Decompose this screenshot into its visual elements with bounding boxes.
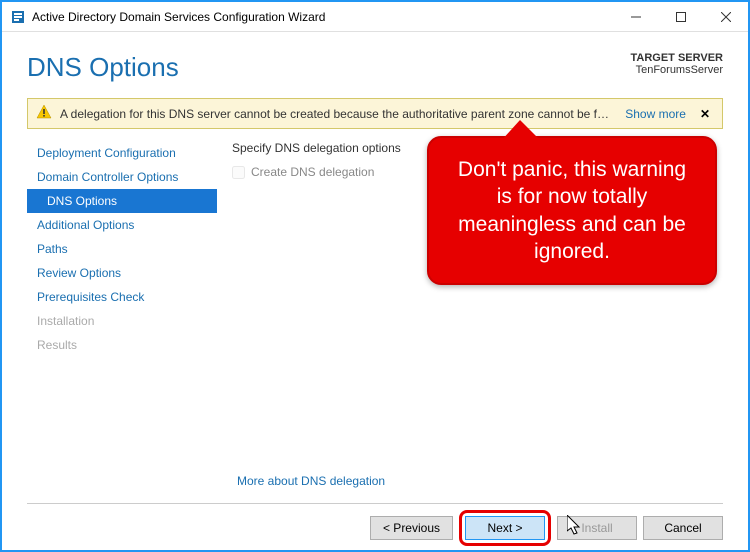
sidebar-item-results: Results [27, 333, 217, 357]
next-button[interactable]: Next > [465, 516, 545, 540]
sidebar-item-review-options[interactable]: Review Options [27, 261, 217, 285]
sidebar-item-additional-options[interactable]: Additional Options [27, 213, 217, 237]
target-server-name: TenForumsServer [631, 64, 724, 76]
next-button-highlight: Next > [459, 510, 551, 546]
sidebar-item-installation: Installation [27, 309, 217, 333]
main-panel: Specify DNS delegation options Create DN… [217, 141, 723, 474]
install-button: Install [557, 516, 637, 540]
warning-bar: A delegation for this DNS server cannot … [27, 98, 723, 129]
maximize-button[interactable] [658, 2, 703, 32]
sidebar-item-dc-options[interactable]: Domain Controller Options [27, 165, 217, 189]
window-title: Active Directory Domain Services Configu… [32, 10, 613, 24]
window-controls [613, 2, 748, 32]
warning-icon [36, 104, 52, 123]
callout-tail [500, 120, 550, 142]
target-server-label: TARGET SERVER [631, 52, 724, 64]
content-area: Deployment Configuration Domain Controll… [2, 129, 748, 474]
show-more-link[interactable]: Show more [625, 107, 686, 121]
create-delegation-checkbox [232, 166, 245, 179]
sidebar-item-paths[interactable]: Paths [27, 237, 217, 261]
sidebar: Deployment Configuration Domain Controll… [27, 141, 217, 474]
header: DNS Options TARGET SERVER TenForumsServe… [2, 32, 748, 98]
more-about-link[interactable]: More about DNS delegation [2, 474, 748, 498]
create-delegation-label: Create DNS delegation [251, 165, 374, 179]
target-server-info: TARGET SERVER TenForumsServer [631, 52, 724, 76]
previous-button[interactable]: < Previous [370, 516, 453, 540]
callout-text: Don't panic, this warning is for now tot… [458, 158, 686, 263]
minimize-button[interactable] [613, 2, 658, 32]
annotation-callout: Don't panic, this warning is for now tot… [427, 136, 717, 285]
page-title: DNS Options [27, 52, 179, 83]
titlebar: Active Directory Domain Services Configu… [2, 2, 748, 32]
sidebar-item-dns-options[interactable]: DNS Options [27, 189, 217, 213]
app-icon [10, 9, 26, 25]
warning-text: A delegation for this DNS server cannot … [60, 107, 615, 121]
cancel-button[interactable]: Cancel [643, 516, 723, 540]
sidebar-item-prerequisites[interactable]: Prerequisites Check [27, 285, 217, 309]
footer: < Previous Next > Install Cancel [27, 503, 723, 552]
warning-close-button[interactable]: ✕ [696, 107, 714, 121]
close-button[interactable] [703, 2, 748, 32]
sidebar-item-deployment-config[interactable]: Deployment Configuration [27, 141, 217, 165]
